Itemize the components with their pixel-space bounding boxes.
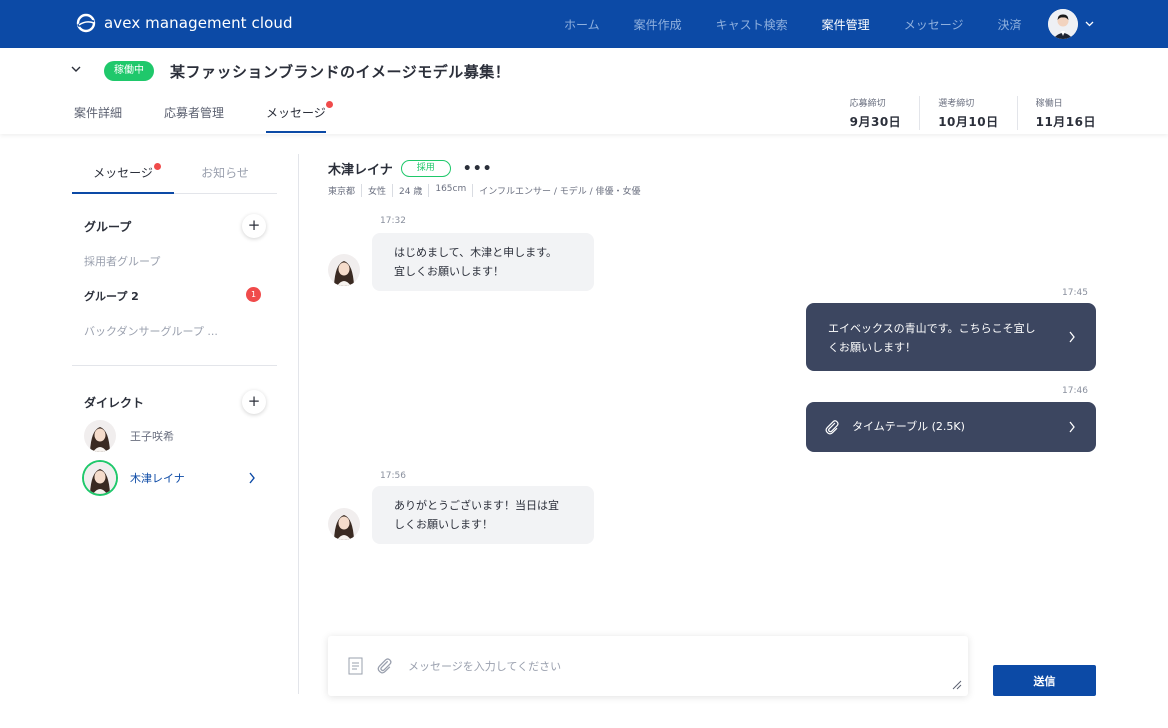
group-item-backdancers[interactable]: バックダンサーグループ ... bbox=[84, 323, 218, 339]
status-badge: 稼働中 bbox=[104, 61, 154, 81]
message-line: 宜しくお願いします！ bbox=[394, 265, 504, 278]
group-item-group2[interactable]: グループ 2 bbox=[84, 288, 139, 304]
chat-partner-meta: 東京都 女性 24 歳 165cm インフルエンサー / モデル / 俳優・女優 bbox=[328, 184, 647, 197]
paperclip-icon bbox=[825, 420, 839, 435]
chevron-down-icon[interactable] bbox=[70, 63, 82, 75]
message-line: しくお願いします！ bbox=[394, 518, 493, 531]
sidebar-tab-label: お知らせ bbox=[201, 166, 249, 180]
deadline-label: 応募締切 bbox=[849, 99, 886, 109]
meta-height: 165cm bbox=[428, 184, 472, 197]
tab-applicants[interactable]: 応募者管理 bbox=[164, 104, 224, 133]
meta-location: 東京都 bbox=[328, 187, 356, 197]
deadline-value: 9月30日 bbox=[849, 115, 902, 129]
groups-heading: グループ bbox=[84, 220, 132, 234]
nav-payment[interactable]: 決済 bbox=[997, 16, 1021, 33]
panel-divider bbox=[298, 154, 299, 694]
brand-name: avex management cloud bbox=[104, 14, 293, 32]
message-time: 17:46 bbox=[1062, 386, 1088, 396]
main-nav: ホーム 案件作成 キャスト検索 案件管理 メッセージ 決済 bbox=[564, 0, 1055, 48]
chevron-right-icon bbox=[249, 472, 255, 484]
direct-item-oji[interactable]: 王子咲希 bbox=[84, 419, 274, 453]
avex-logo-icon bbox=[76, 13, 96, 33]
group-item-hired[interactable]: 採用者グループ bbox=[84, 253, 160, 269]
deadlines: 応募締切 9月30日 選考締切 10月10日 稼働日 11月16日 bbox=[850, 96, 1096, 130]
message-line: ありがとうございます！当日は宜 bbox=[394, 499, 559, 512]
unread-dot bbox=[325, 101, 333, 108]
nav-create-project[interactable]: 案件作成 bbox=[634, 16, 682, 33]
deadline-application: 応募締切 9月30日 bbox=[850, 96, 902, 130]
nav-project-management[interactable]: 案件管理 bbox=[822, 16, 870, 33]
hired-badge: 採用 bbox=[400, 160, 451, 177]
conversation-sidebar: メッセージ お知らせ グループ + 採用者グループ グループ 2 1 バックダン… bbox=[72, 134, 277, 704]
message-line: はじめまして、木津と申します。 bbox=[394, 246, 558, 259]
message-line: くお願いします！ bbox=[828, 341, 916, 354]
message-input[interactable] bbox=[408, 658, 928, 678]
more-options-icon[interactable]: ••• bbox=[463, 161, 493, 177]
sidebar-tabs: メッセージ お知らせ bbox=[72, 163, 277, 194]
add-direct-button[interactable]: + bbox=[242, 390, 266, 414]
direct-heading: ダイレクト bbox=[84, 396, 145, 410]
avatar bbox=[84, 462, 116, 494]
meta-gender: 女性 bbox=[361, 184, 392, 197]
nav-cast-search[interactable]: キャスト検索 bbox=[716, 16, 788, 33]
send-button[interactable]: 送信 bbox=[993, 665, 1096, 696]
direct-name: 木津レイナ bbox=[130, 472, 185, 485]
paperclip-icon[interactable] bbox=[376, 657, 393, 674]
sidebar-tab-messages[interactable]: メッセージ bbox=[72, 163, 174, 194]
direct-name: 王子咲希 bbox=[130, 430, 174, 443]
message-line: エイベックスの青山です。こちらこそ宜し bbox=[828, 322, 1036, 335]
chevron-right-icon bbox=[1069, 331, 1075, 343]
template-document-icon[interactable] bbox=[348, 657, 363, 675]
sidebar-tab-label: メッセージ bbox=[93, 166, 153, 180]
chat-header: 木津レイナ 採用 ••• bbox=[328, 159, 493, 178]
resize-handle-icon[interactable] bbox=[952, 680, 962, 690]
chevron-down-icon bbox=[1085, 21, 1094, 27]
avatar bbox=[328, 508, 360, 540]
tab-messages-label: メッセージ bbox=[266, 106, 326, 120]
sidebar-divider bbox=[72, 365, 277, 366]
top-bar: avex management cloud ホーム 案件作成 キャスト検索 案件… bbox=[0, 0, 1168, 48]
unread-dot bbox=[154, 163, 161, 170]
deadline-label: 稼働日 bbox=[1035, 99, 1063, 109]
message-bubble-incoming: はじめまして、木津と申します。 宜しくお願いします！ bbox=[372, 233, 594, 291]
project-tabs: 案件詳細 応募者管理 メッセージ bbox=[74, 101, 368, 133]
direct-item-kizu[interactable]: 木津レイナ bbox=[84, 461, 274, 495]
brand-logo[interactable]: avex management cloud bbox=[76, 13, 293, 33]
message-bubble-outgoing[interactable]: エイベックスの青山です。こちらこそ宜し くお願いします！ bbox=[806, 303, 1096, 371]
meta-categories: インフルエンサー / モデル / 俳優・女優 bbox=[472, 184, 646, 197]
message-bubble-incoming: ありがとうございます！当日は宜 しくお願いします！ bbox=[372, 486, 594, 544]
deadline-value: 11月16日 bbox=[1035, 115, 1096, 129]
tab-project-details[interactable]: 案件詳細 bbox=[74, 104, 122, 133]
message-composer bbox=[328, 636, 968, 696]
avatar bbox=[328, 254, 360, 286]
nav-messages[interactable]: メッセージ bbox=[904, 16, 964, 33]
add-group-button[interactable]: + bbox=[242, 214, 266, 238]
nav-home[interactable]: ホーム bbox=[564, 16, 600, 33]
attachment-filename: タイムテーブル (2.5K) bbox=[852, 420, 965, 433]
user-avatar bbox=[1048, 9, 1078, 39]
project-header: 稼働中 某ファッションブランドのイメージモデル募集！ 案件詳細 応募者管理 メッ… bbox=[0, 48, 1168, 134]
unread-count-badge: 1 bbox=[246, 287, 261, 302]
avatar bbox=[84, 420, 116, 452]
deadline-label: 選考締切 bbox=[938, 99, 975, 109]
user-menu[interactable] bbox=[1048, 9, 1094, 39]
tab-messages[interactable]: メッセージ bbox=[266, 101, 333, 133]
deadline-selection: 選考締切 10月10日 bbox=[919, 96, 998, 130]
chat-partner-name: 木津レイナ bbox=[328, 163, 393, 178]
chevron-right-icon bbox=[1069, 421, 1075, 433]
deadline-value: 10月10日 bbox=[938, 115, 999, 129]
sidebar-tab-notices[interactable]: お知らせ bbox=[174, 164, 276, 193]
page-title: 某ファッションブランドのイメージモデル募集！ bbox=[170, 63, 511, 81]
attachment-bubble[interactable]: タイムテーブル (2.5K) bbox=[806, 402, 1096, 452]
message-time: 17:32 bbox=[380, 216, 406, 226]
meta-age: 24 歳 bbox=[392, 184, 428, 197]
message-time: 17:56 bbox=[380, 471, 406, 481]
deadline-workday: 稼働日 11月16日 bbox=[1016, 96, 1096, 130]
message-time: 17:45 bbox=[1062, 288, 1088, 298]
